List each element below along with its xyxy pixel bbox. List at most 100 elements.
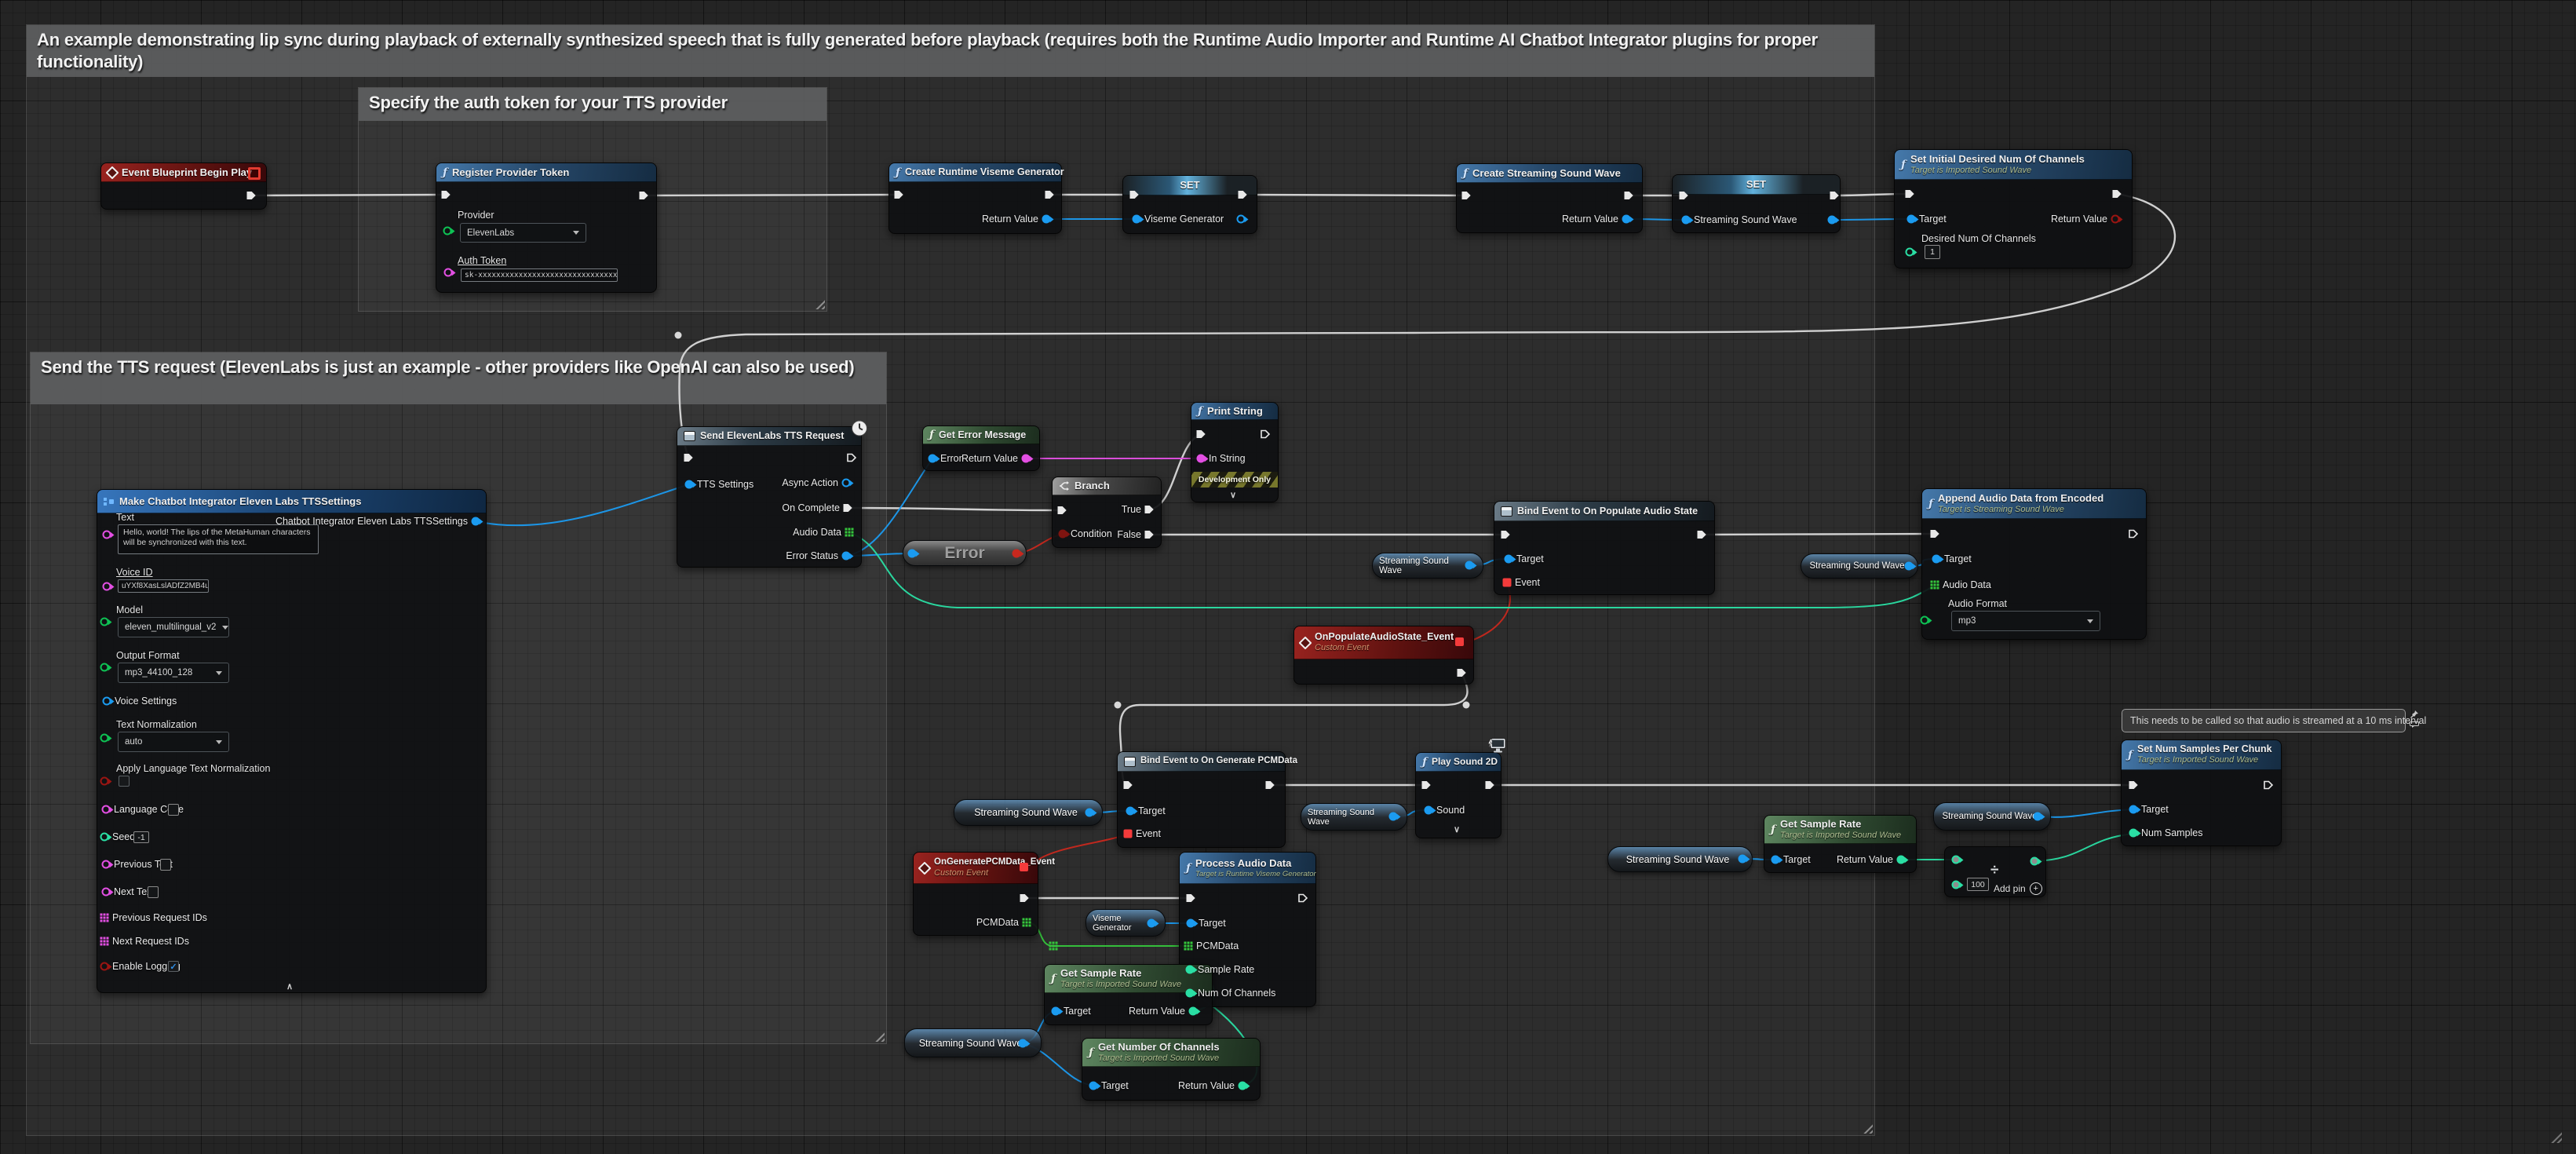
node-make-chatbot-integrator-eleven-labs-ttssettings-pin-model[interactable] (100, 618, 109, 626)
node-set-streaming-sound-wave-pin-streaming-sound-wave[interactable] (1682, 216, 1691, 225)
node-bind-event-to-on-populate-audio-state-pin-exec-in[interactable] (1500, 529, 1511, 540)
node-make-chatbot-integrator-eleven-labs-ttssettings-pin-apply-language-text-normalization[interactable] (100, 777, 109, 786)
node-error-variable[interactable]: Error (903, 540, 1027, 566)
node-append-audio-data-from-encoded-pin-audio-format[interactable] (1921, 616, 1929, 625)
comment-auth-token-header[interactable]: Specify the auth token for your TTS prov… (359, 88, 826, 121)
node-create-runtime-viseme-generator-pin-exec-out[interactable] (1044, 189, 1055, 200)
node-register-provider-token-field-sk-xxxxxxxxxxxxxxxxxxxxxxxxx-input[interactable]: sk-xxxxxxxxxxxxxxxxxxxxxxxxxxxxxxxx (461, 268, 618, 282)
node-on-populate-audio-state-event-delegate-square-pin[interactable] (1455, 637, 1464, 646)
node-make-chatbot-integrator-eleven-labs-ttssettings-pin-enable-logging[interactable] (100, 962, 109, 971)
node-divide-pin-a[interactable] (1952, 856, 1961, 864)
node-make-chatbot-integrator-eleven-labs-ttssettings-pin-next-request-ids[interactable] (100, 937, 109, 946)
node-on-generate-pcmdata-event-pin-pcmdata[interactable] (1023, 918, 1031, 927)
node-send-elevenlabs-tts-request-pin-exec-out[interactable] (846, 452, 857, 463)
node-set-initial-desired-num-of-channels-pin-return-value[interactable] (2111, 215, 2120, 224)
node-append-audio-data-from-encoded-pin-target[interactable] (1932, 555, 1941, 564)
node-make-chatbot-integrator-eleven-labs-ttssettings-field-eleven-multilingual-v2-dropdown[interactable]: eleven_multilingual_v2 (118, 617, 229, 637)
node-get-number-of-channels[interactable]: ƒGet Number Of ChannelsTarget is Importe… (1082, 1038, 1261, 1101)
node-process-audio-data-pin-exec-in[interactable] (1185, 893, 1196, 904)
node-send-elevenlabs-tts-request[interactable]: Send ElevenLabs TTS Request (677, 426, 862, 568)
reroute-exec-2[interactable] (1463, 702, 1470, 709)
node-create-runtime-viseme-generator-pin-exec-in[interactable] (893, 189, 904, 200)
node-make-chatbot-integrator-eleven-labs-ttssettings-pin-previous-text[interactable] (102, 860, 111, 869)
node-print-string-pin-in-string[interactable] (1197, 455, 1206, 463)
node-get-number-of-channels-pin-target[interactable] (1089, 1082, 1098, 1090)
node-branch-pin-true[interactable] (1144, 504, 1155, 515)
node-event-blueprint-begin-play-pin-exec-out[interactable] (246, 190, 257, 201)
node-register-provider-token-pin-exec-out[interactable] (638, 190, 649, 201)
node-make-chatbot-integrator-eleven-labs-ttssettings-pin-previous-request-ids[interactable] (100, 914, 109, 922)
node-set-streaming-sound-wave-pin-exec-out[interactable] (1829, 190, 1840, 201)
node-register-provider-token-pin-provider[interactable] (443, 227, 452, 236)
node-make-chatbot-integrator-eleven-labs-ttssettings-pin-text-normalization[interactable] (100, 734, 109, 743)
node-make-chatbot-integrator-eleven-labs-ttssettings-pin-chatbot-integrator-out[interactable] (472, 517, 480, 526)
node-create-streaming-sound-wave-pin-return-value[interactable] (1622, 215, 1631, 224)
node-make-chatbot-integrator-eleven-labs-ttssettings-field-mp3-44100-128-dropdown[interactable]: mp3_44100_128 (118, 663, 229, 683)
node-get-error-message[interactable]: ƒGet Error Message (922, 425, 1040, 471)
node-process-audio-data-pin-sample-rate[interactable] (1186, 966, 1195, 974)
node-append-audio-data-from-encoded-pin-audio-data[interactable] (1931, 581, 1939, 590)
node-set-num-samples-per-chunk-pin-exec-in[interactable] (2128, 780, 2139, 791)
node-set-viseme-generator-pin-out[interactable] (1237, 215, 1246, 224)
panel-resize-handle[interactable] (2549, 1130, 2562, 1143)
reroute-exec-3[interactable] (1115, 702, 1122, 709)
node-set-viseme-generator-pin-exec-in[interactable] (1129, 189, 1140, 200)
node-make-chatbot-integrator-eleven-labs-ttssettings-pin-voice-settings[interactable] (103, 697, 111, 706)
node-send-elevenlabs-tts-request-pin-exec-in[interactable] (683, 452, 694, 463)
node-get-sample-rate-1-pin-target[interactable] (1052, 1007, 1060, 1016)
node-print-string-expander-chevron-icon[interactable]: ∨ (1230, 490, 1236, 500)
comment-main-header[interactable]: An example demonstrating lip sync during… (27, 25, 1874, 77)
node-set-viseme-generator-pin-exec-out[interactable] (1237, 189, 1248, 200)
node-bind-event-to-on-generate-pcmdata-pin-exec-out[interactable] (1264, 780, 1275, 791)
node-bind-event-to-on-populate-audio-state-pin-event[interactable] (1503, 579, 1512, 587)
node-make-chatbot-integrator-eleven-labs-ttssettings-pin-voice-id[interactable] (103, 582, 111, 591)
var-streaming-sound-wave-4-pin-out[interactable] (1389, 813, 1398, 821)
node-play-sound-2d-pin-exec-in[interactable] (1421, 780, 1432, 791)
node-bind-event-to-on-generate-pcmdata-pin-target[interactable] (1126, 807, 1135, 816)
node-process-audio-data-pin-num-of-channels[interactable] (1186, 989, 1195, 998)
node-set-streaming-sound-wave-pin-exec-in[interactable] (1678, 190, 1689, 201)
var-streaming-sound-wave-5[interactable]: Streaming Sound Wave (1607, 846, 1753, 872)
node-send-elevenlabs-tts-request-pin-on-complete[interactable] (842, 502, 853, 513)
node-error-variable-pin-out[interactable] (1013, 550, 1021, 558)
node-make-chatbot-integrator-eleven-labs-ttssettings-pin-text[interactable] (103, 531, 111, 539)
node-process-audio-data-pin-exec-out[interactable] (1297, 893, 1308, 904)
node-append-audio-data-from-encoded-pin-exec-in[interactable] (1929, 528, 1940, 539)
node-register-provider-token-pin-auth-token[interactable] (444, 268, 453, 277)
node-set-initial-desired-num-of-channels-pin-desired-num-of-channels[interactable] (1906, 248, 1914, 257)
node-send-elevenlabs-tts-request-pin-error-status[interactable] (842, 552, 851, 561)
node-make-chatbot-integrator-eleven-labs-ttssettings-field-box-15-value-box[interactable] (148, 886, 159, 898)
node-error-variable-pin-in[interactable] (908, 550, 917, 558)
node-make-chatbot-integrator-eleven-labs-ttssettings-field-uyxf8xaslsladfz2mb4u-input[interactable]: uYXf8XasLslADfZ2MB4u (118, 579, 209, 593)
node-create-streaming-sound-wave-pin-exec-in[interactable] (1461, 190, 1472, 201)
node-process-audio-data-pin-target[interactable] (1187, 919, 1195, 928)
comment-tts-request-resize-handle[interactable] (873, 1030, 885, 1042)
var-streaming-sound-wave-3[interactable]: Streaming Sound Wave (954, 799, 1103, 826)
comment-auth-token-resize-handle[interactable] (813, 298, 825, 309)
node-divide-add-pin-button[interactable]: Add pin+ (1994, 882, 2042, 895)
node-play-sound-2d-pin-exec-out[interactable] (1484, 780, 1495, 791)
node-event-blueprint-begin-play-delegate-square-pin[interactable] (248, 167, 261, 180)
var-viseme-generator-pin-out[interactable] (1148, 919, 1156, 928)
node-send-elevenlabs-tts-request-pin-tts-settings[interactable] (685, 480, 694, 489)
node-make-chatbot-integrator-eleven-labs-ttssettings-field-box-12-value-box[interactable] (168, 804, 179, 816)
blueprint-graph-canvas[interactable]: An example demonstrating lip sync during… (0, 0, 2576, 1154)
node-bind-event-to-on-generate-pcmdata-pin-exec-in[interactable] (1122, 780, 1133, 791)
node-make-chatbot-integrator-eleven-labs-ttssettings-field-hello-world-the-lips-of-the--input[interactable]: Hello, world! The lips of the MetaHuman … (118, 524, 319, 554)
node-on-populate-audio-state-event[interactable]: OnPopulateAudioState_EventCustom Event (1293, 626, 1474, 685)
var-streaming-sound-wave-2[interactable]: Streaming Sound Wave (1801, 553, 1918, 579)
var-streaming-sound-wave-3-pin-out[interactable] (1085, 809, 1094, 817)
node-branch-pin-condition[interactable] (1059, 530, 1067, 539)
node-event-blueprint-begin-play[interactable]: Event Blueprint Begin Play (100, 163, 267, 210)
node-create-runtime-viseme-generator-pin-return-value[interactable] (1042, 215, 1051, 224)
node-send-elevenlabs-tts-request-pin-async-action[interactable] (842, 479, 851, 488)
node-create-streaming-sound-wave-pin-exec-out[interactable] (1623, 190, 1634, 201)
reroute-exec-1[interactable] (675, 332, 682, 339)
node-append-audio-data-from-encoded-field-mp3-dropdown[interactable]: mp3 (1951, 611, 2100, 631)
node-make-chatbot-integrator-eleven-labs-ttssettings-pin-output-format[interactable] (100, 663, 109, 672)
node-make-chatbot-integrator-eleven-labs-ttssettings-field-box-14-value-box[interactable] (160, 859, 171, 871)
var-streaming-sound-wave-5-pin-out[interactable] (1739, 855, 1747, 864)
node-set-viseme-generator[interactable]: SET (1122, 175, 1257, 234)
node-divide-pin-b[interactable] (1952, 881, 1961, 889)
node-make-chatbot-integrator-eleven-labs-ttssettings-checkbox-11[interactable] (119, 776, 130, 787)
